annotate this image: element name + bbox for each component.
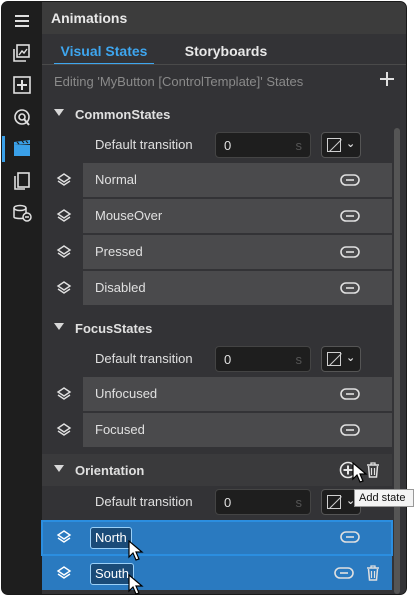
transition-duration-input[interactable]: 0 s	[215, 346, 311, 372]
layers-icon	[56, 387, 72, 400]
animations-icon[interactable]	[2, 136, 36, 162]
state-name: Focused	[95, 422, 145, 437]
link-icon[interactable]	[340, 421, 360, 439]
state-row[interactable]: MouseOver	[42, 199, 392, 233]
layers-icon	[56, 530, 72, 543]
state-item[interactable]: Pressed	[83, 235, 392, 269]
tab-storyboards[interactable]: Storyboards	[180, 36, 272, 64]
link-icon[interactable]	[340, 385, 360, 403]
layers-icon	[56, 423, 72, 436]
link-icon[interactable]	[340, 207, 360, 225]
state-row[interactable]: Disabled	[42, 271, 392, 305]
layers-icon	[56, 281, 72, 294]
default-transition-label: Default transition	[95, 494, 193, 509]
state-name: Unfocused	[95, 386, 158, 401]
easing-dropdown[interactable]: ⌄	[321, 132, 361, 158]
state-name: Pressed	[95, 244, 143, 259]
scrollbar[interactable]	[394, 128, 400, 594]
group-name: FocusStates	[75, 321, 153, 336]
link-icon[interactable]	[340, 528, 360, 546]
mouse-cursor-icon	[128, 540, 144, 561]
state-row[interactable]: Normal	[42, 163, 392, 197]
editing-row: Editing 'MyButton [ControlTemplate]' Sta…	[42, 68, 406, 96]
data-icon[interactable]	[8, 200, 36, 226]
trash-icon[interactable]	[366, 565, 380, 581]
state-row[interactable]: Focused	[42, 413, 392, 447]
state-name: Normal	[95, 172, 137, 187]
default-transition-row: Default transition 0 s ⌄	[42, 130, 392, 160]
tab-bar: Visual States Storyboards	[42, 36, 406, 65]
chevron-down-icon[interactable]	[54, 109, 64, 116]
easing-dropdown[interactable]: ⌄	[321, 346, 361, 372]
chevron-down-icon[interactable]	[54, 465, 64, 472]
state-name-editing[interactable]: North	[90, 527, 132, 549]
layers-icon	[56, 209, 72, 222]
default-transition-label: Default transition	[95, 351, 193, 366]
chevron-down-icon: ⌄	[346, 138, 356, 150]
group-name: Orientation	[75, 463, 145, 478]
menu-icon[interactable]	[8, 8, 36, 34]
tab-divider	[42, 64, 406, 65]
editing-template-label: Editing 'MyButton [ControlTemplate]' Sta…	[54, 74, 304, 89]
easing-curve-icon	[327, 138, 341, 152]
animations-panel: Animations Visual States Storyboards Edi…	[41, 2, 406, 594]
transition-duration-input[interactable]: 0 s	[215, 132, 311, 158]
link-icon[interactable]	[340, 243, 360, 261]
state-row[interactable]: Pressed	[42, 235, 392, 269]
link-icon[interactable]	[340, 171, 360, 189]
default-transition-row: Default transition 0 s ⌄	[42, 487, 392, 517]
group-header-orientation[interactable]: Orientation	[42, 454, 392, 486]
default-transition-row: Default transition 0 s ⌄	[42, 344, 392, 374]
state-row-selected[interactable]: South	[42, 556, 392, 590]
easing-curve-icon	[327, 352, 341, 366]
state-item[interactable]: Focused	[83, 413, 392, 447]
state-row-selected[interactable]: North	[41, 520, 393, 556]
group-header-focusstates[interactable]: FocusStates	[42, 312, 392, 344]
mouse-cursor-icon	[128, 574, 144, 595]
group-header-commonstates[interactable]: CommonStates	[42, 98, 392, 130]
chevron-down-icon: ⌄	[346, 352, 356, 364]
activity-bar	[2, 2, 42, 594]
transition-duration-input[interactable]: 0 s	[215, 489, 311, 515]
state-name: Disabled	[95, 280, 146, 295]
state-item[interactable]: Unfocused	[83, 377, 392, 411]
link-icon[interactable]	[340, 279, 360, 297]
easing-curve-icon	[327, 495, 341, 509]
state-item[interactable]: MouseOver	[83, 199, 392, 233]
assets-icon[interactable]	[8, 40, 36, 66]
group-name: CommonStates	[75, 107, 171, 122]
link-icon[interactable]	[334, 564, 354, 582]
screenshot-frame: Animations Visual States Storyboards Edi…	[0, 0, 418, 597]
state-name: MouseOver	[95, 208, 163, 223]
default-transition-label: Default transition	[95, 137, 193, 152]
trash-icon[interactable]	[366, 462, 380, 478]
state-item[interactable]: Normal	[83, 163, 392, 197]
mouse-cursor-icon	[352, 462, 368, 483]
state-item[interactable]: Disabled	[83, 271, 392, 305]
resources-icon[interactable]	[8, 104, 36, 130]
add-element-icon[interactable]	[8, 72, 36, 98]
pages-icon[interactable]	[8, 168, 36, 194]
animations-window: Animations Visual States Storyboards Edi…	[1, 1, 407, 595]
layers-icon	[56, 566, 72, 579]
state-row[interactable]: Unfocused	[42, 377, 392, 411]
layers-icon	[56, 245, 72, 258]
add-state-group-button[interactable]	[378, 70, 396, 90]
panel-title: Animations	[42, 2, 406, 34]
layers-icon	[56, 173, 72, 186]
tab-visual-states[interactable]: Visual States	[54, 36, 154, 65]
chevron-down-icon[interactable]	[54, 323, 64, 330]
add-state-tooltip: Add state	[354, 489, 414, 507]
